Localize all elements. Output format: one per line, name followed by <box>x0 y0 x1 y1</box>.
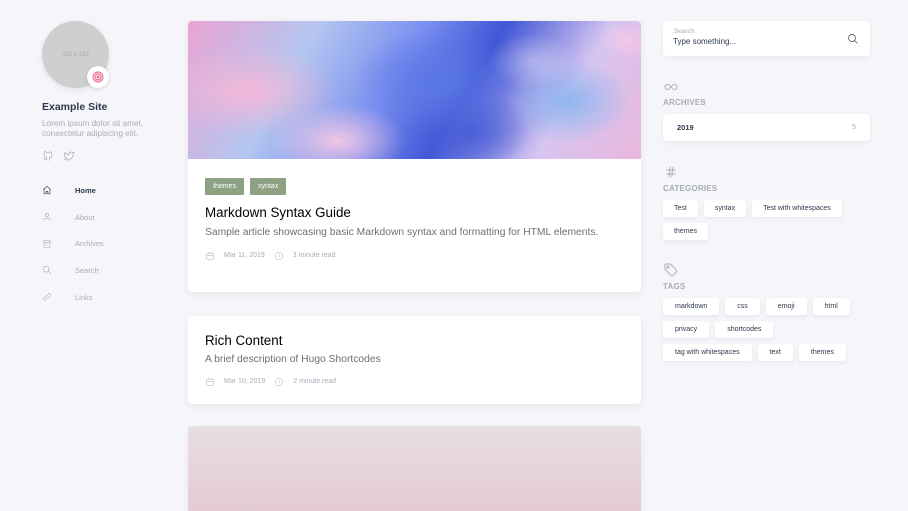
tag-chip[interactable]: html <box>812 298 850 315</box>
article-card: Rich Content A brief description of Hugo… <box>188 316 641 404</box>
article-cover-image[interactable] <box>188 426 641 511</box>
home-icon <box>43 186 51 195</box>
archive-year: 2019 <box>677 123 694 132</box>
article-meta: Mar 10, 2019 2 minute read <box>205 377 624 387</box>
search-icon <box>42 266 51 275</box>
article-date: Mar 10, 2019 <box>224 378 266 385</box>
menu-item-links[interactable]: Links <box>42 284 172 311</box>
article-description: Sample article showcasing basic Markdown… <box>205 227 599 238</box>
twitter-icon[interactable] <box>63 150 75 162</box>
tag-themes[interactable]: themes <box>205 178 244 195</box>
calendar-icon <box>206 377 214 386</box>
main-menu: Home About Archives Search Links <box>42 177 172 310</box>
archive-year-row[interactable]: 2019 5 <box>663 114 870 141</box>
infinity-icon <box>663 80 679 98</box>
article-title[interactable]: Markdown Syntax Guide <box>205 205 624 220</box>
emoji-badge <box>87 66 109 88</box>
search-icon <box>848 34 858 44</box>
search-label: Search <box>674 28 695 35</box>
categories-widget-title: CATEGORIES <box>663 184 718 193</box>
menu-item-home[interactable]: Home <box>42 177 172 204</box>
tag-chip[interactable]: themes <box>798 344 846 361</box>
menu-item-search[interactable]: Search <box>42 257 172 284</box>
menu-label-about: About <box>75 212 95 222</box>
category-chip[interactable]: Test <box>663 200 698 217</box>
article-card <box>188 426 641 511</box>
menu-item-archives[interactable]: Archives <box>42 230 172 257</box>
hash-icon <box>663 164 679 185</box>
article-read-time: 2 minute read <box>293 378 337 385</box>
tag-syntax[interactable]: syntax <box>249 178 287 195</box>
archive-count: 5 <box>852 124 856 131</box>
menu-label-archives: Archives <box>75 239 104 249</box>
categories-list: Test syntax Test with whitespaces themes <box>663 200 870 240</box>
search-button[interactable] <box>847 32 859 44</box>
tag-icon <box>663 262 679 283</box>
menu-item-about[interactable]: About <box>42 204 172 231</box>
category-chip[interactable]: Test with whitespaces <box>752 200 842 217</box>
user-icon <box>43 212 51 221</box>
social-links <box>42 149 172 163</box>
search-form: Search <box>663 21 870 56</box>
tag-chip[interactable]: tag with whitespaces <box>663 344 752 361</box>
spiral-icon <box>92 71 104 83</box>
tag-chip[interactable]: shortcodes <box>715 321 774 338</box>
archive-icon <box>42 240 52 248</box>
tag-chip[interactable]: text <box>757 344 793 361</box>
menu-label-links: Links <box>75 292 93 302</box>
tag-chip[interactable]: emoji <box>765 298 807 315</box>
menu-label-home: Home <box>75 185 96 195</box>
calendar-icon <box>206 251 214 260</box>
category-chip[interactable]: themes <box>663 223 708 240</box>
tag-chip[interactable]: css <box>725 298 760 315</box>
archives-widget-title: ARCHIVES <box>663 98 706 107</box>
clock-icon <box>274 251 283 260</box>
github-icon[interactable] <box>42 150 54 162</box>
menu-label-search: Search <box>75 265 99 275</box>
tags-widget-title: TAGS <box>663 282 686 291</box>
avatar-container: 150 x 150 <box>42 21 109 88</box>
article-tags: themes syntax <box>205 178 624 195</box>
category-chip[interactable]: syntax <box>703 200 747 217</box>
article-title[interactable]: Rich Content <box>205 333 624 348</box>
search-input[interactable] <box>673 37 833 46</box>
tags-list: markdown css emoji html privacy shortcod… <box>663 298 863 361</box>
site-description: Lorem ipsum dolor sit amet, consectetur … <box>42 119 144 138</box>
article-read-time: 3 minute read <box>292 252 336 259</box>
left-sidebar: 150 x 150 Example Site Lorem ipsum dolor… <box>42 21 172 310</box>
article-description: A brief description of Hugo Shortcodes <box>205 354 381 365</box>
article-date: Mar 11, 2019 <box>224 252 265 259</box>
link-icon <box>43 293 51 301</box>
clock-icon <box>275 377 284 386</box>
tag-chip[interactable]: privacy <box>663 321 710 338</box>
article-card: themes syntax Markdown Syntax Guide Samp… <box>188 21 641 292</box>
tag-chip[interactable]: markdown <box>663 298 720 315</box>
site-title[interactable]: Example Site <box>42 101 172 113</box>
article-meta: Mar 11, 2019 3 minute read <box>205 251 624 261</box>
article-cover-image[interactable] <box>188 21 641 159</box>
